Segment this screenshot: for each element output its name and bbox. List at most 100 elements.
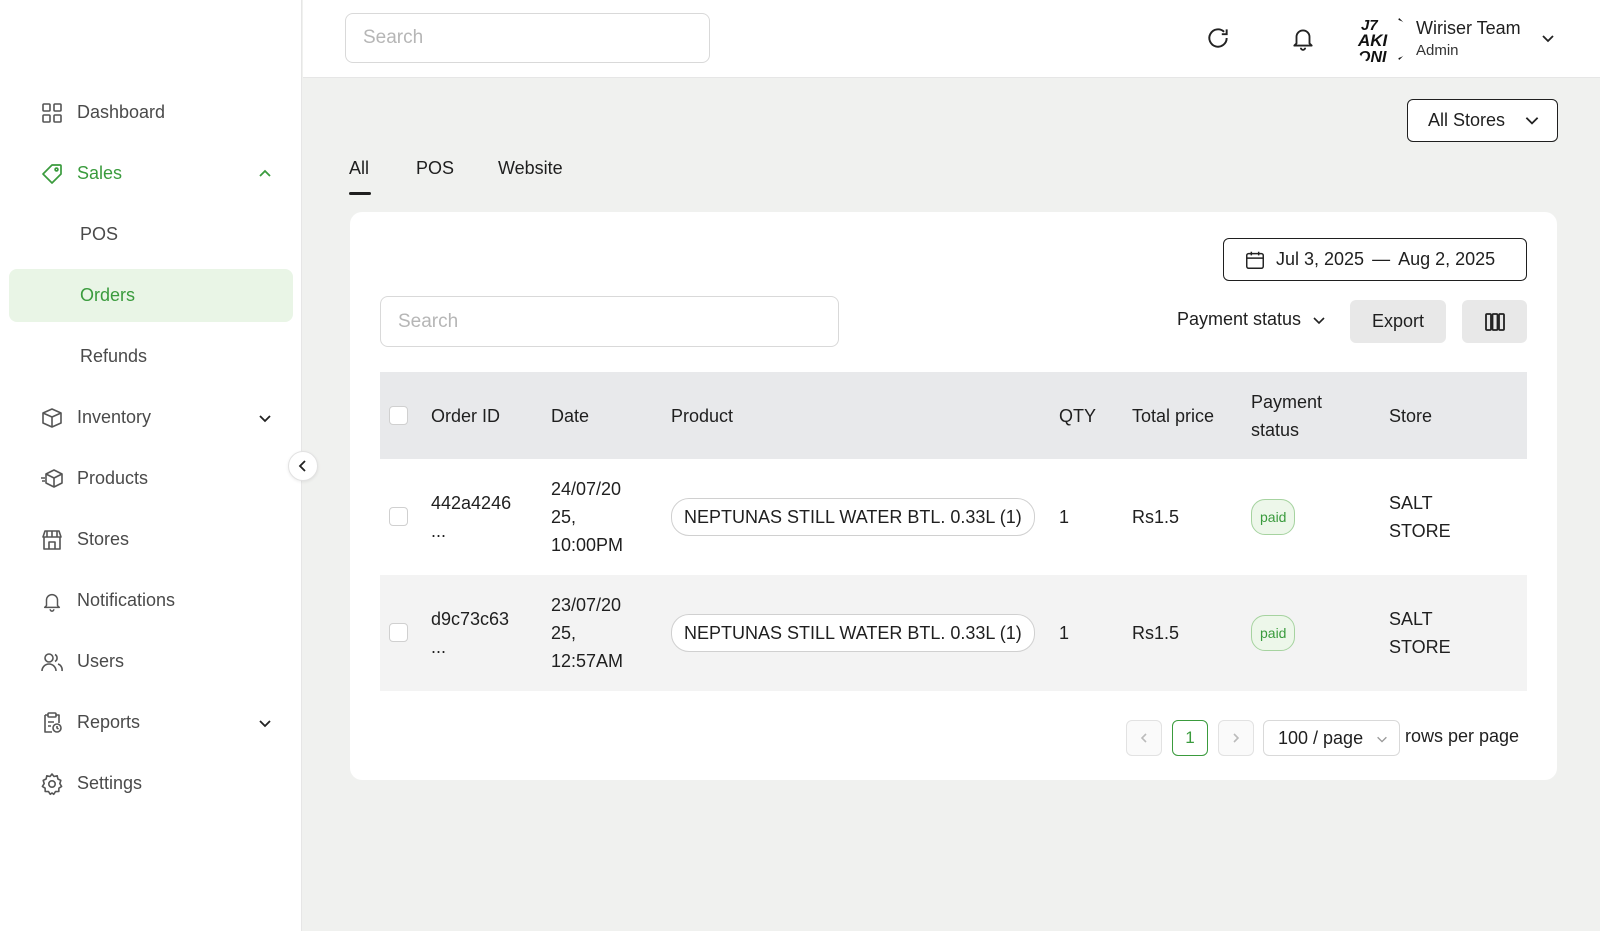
chevron-left-icon: [1138, 732, 1150, 744]
chevron-down-icon: [1311, 312, 1327, 328]
status-badge: paid: [1251, 499, 1296, 535]
rows-per-page-label: rows per page: [1405, 726, 1520, 746]
page-number-button[interactable]: 1: [1172, 720, 1208, 756]
col-product: Product: [671, 405, 734, 426]
sidebar-item-products[interactable]: Products: [9, 452, 293, 505]
orders-table: Order ID Date Product QTY Total price Pa…: [380, 372, 1527, 691]
sidebar-item-sales[interactable]: Sales: [9, 147, 293, 200]
columns-icon: [1484, 312, 1506, 332]
date-line: 24/07/20: [551, 479, 622, 499]
sidebar-item-label: Notifications: [77, 590, 176, 610]
qty-cell: 1: [1059, 623, 1070, 643]
row-checkbox[interactable]: [389, 507, 408, 526]
order-id-ellipsis: ...: [431, 637, 447, 657]
sidebar-item-stores[interactable]: Stores: [9, 513, 293, 566]
sidebar-subitem-pos[interactable]: POS: [9, 208, 293, 261]
table-row[interactable]: 442a4246 ... 24/07/20 25, 10:00PM NEPTUN…: [380, 459, 1527, 575]
chevron-right-icon: [1230, 732, 1242, 744]
bell-icon: [40, 589, 64, 613]
prev-page-button[interactable]: [1126, 720, 1162, 756]
collapse-sidebar-button[interactable]: [288, 451, 318, 481]
date-line: 23/07/20: [551, 595, 622, 615]
sidebar-item-settings[interactable]: Settings: [9, 757, 293, 810]
next-page-button[interactable]: [1218, 720, 1254, 756]
product-tag: NEPTUNAS STILL WATER BTL. 0.33L (1): [671, 614, 1035, 652]
tab-all[interactable]: All: [349, 158, 369, 179]
product-cell: NEPTUNAS STILL WATER BTL. 0.33L (1): [671, 459, 1035, 575]
svg-text:AKI: AKI: [1357, 31, 1389, 50]
col-payment-status: Payment status: [1251, 372, 1322, 459]
sidebar-subitem-label: Orders: [80, 285, 136, 305]
date-range-end: Aug 2, 2025: [1398, 249, 1496, 269]
date-range-separator: —: [1372, 249, 1391, 269]
date-range-start: Jul 3, 2025: [1276, 249, 1365, 269]
payment-status-cell: paid: [1251, 575, 1296, 691]
columns-toggle-button[interactable]: [1462, 300, 1527, 343]
col-qty: QTY: [1059, 405, 1097, 426]
payment-status-filter[interactable]: Payment status: [1177, 309, 1327, 330]
order-id-cell[interactable]: 442a4246 ...: [431, 459, 511, 575]
box-icon: [40, 406, 64, 430]
sidebar-subitem-orders[interactable]: Orders: [9, 269, 293, 322]
store-select[interactable]: All Stores: [1407, 99, 1558, 142]
order-id-cell[interactable]: d9c73c63 ...: [431, 575, 509, 691]
order-id-ellipsis: ...: [431, 521, 447, 541]
col-payment-status-line2: status: [1251, 419, 1300, 440]
table-row[interactable]: d9c73c63 ... 23/07/20 25, 12:57AM NEPTUN…: [380, 575, 1527, 691]
sidebar-item-users[interactable]: Users: [9, 635, 293, 688]
order-id-text: 442a4246: [431, 493, 512, 513]
product-cell: NEPTUNAS STILL WATER BTL. 0.33L (1): [671, 575, 1035, 691]
orders-search-input[interactable]: [380, 296, 839, 347]
col-order-id: Order ID: [431, 405, 501, 426]
search-input[interactable]: [345, 13, 710, 63]
store-cell: SALT STORE: [1389, 459, 1451, 575]
tab-active-indicator: [349, 192, 371, 195]
user-role: Admin: [1416, 42, 1459, 59]
sidebar-item-label: Settings: [77, 773, 143, 793]
sidebar-item-dashboard[interactable]: Dashboard: [9, 86, 293, 139]
avatar[interactable]: J7 AKI ONI: [1355, 12, 1409, 66]
grid-icon: [40, 101, 64, 125]
date-range-picker[interactable]: Jul 3, 2025 — Aug 2, 2025: [1223, 238, 1527, 281]
rows-per-page-value: 100 / page: [1278, 727, 1364, 748]
total-price-cell: Rs1.5: [1132, 623, 1180, 643]
date-line: 10:00PM: [551, 535, 624, 555]
col-date: Date: [551, 405, 590, 426]
users-icon: [40, 650, 64, 674]
sidebar-item-label: Sales: [77, 163, 123, 183]
select-all-checkbox[interactable]: [389, 406, 408, 425]
chevron-down-icon[interactable]: [255, 408, 275, 428]
report-icon: [40, 711, 64, 735]
store-line: STORE: [1389, 637, 1451, 657]
tab-pos[interactable]: POS: [416, 158, 454, 179]
table-header: Order ID Date Product QTY Total price Pa…: [380, 372, 1527, 459]
chevron-down-icon[interactable]: [1538, 28, 1558, 48]
payment-status-cell: paid: [1251, 459, 1296, 575]
export-button[interactable]: Export: [1350, 300, 1446, 343]
sidebar-item-inventory[interactable]: Inventory: [9, 391, 293, 444]
rows-per-page-select[interactable]: 100 / page: [1263, 720, 1400, 756]
store-cell: SALT STORE: [1389, 575, 1451, 691]
sidebar-subitem-refunds[interactable]: Refunds: [9, 330, 293, 383]
sidebar: Dashboard Sales POS Orders Refunds Inven…: [0, 0, 302, 931]
bell-icon[interactable]: [1289, 24, 1317, 52]
tab-website[interactable]: Website: [498, 158, 563, 179]
sidebar-subitem-label: POS: [80, 224, 119, 244]
sidebar-item-reports[interactable]: Reports: [9, 696, 293, 749]
sidebar-item-label: Inventory: [77, 407, 152, 427]
store-line: SALT: [1389, 609, 1433, 629]
gear-icon: [40, 772, 64, 796]
status-badge: paid: [1251, 615, 1296, 651]
date-line: 25,: [551, 623, 577, 643]
refresh-icon[interactable]: [1204, 24, 1232, 52]
date-line: 12:57AM: [551, 651, 624, 671]
qty-cell: 1: [1059, 507, 1070, 527]
user-name: Wiriser Team: [1416, 18, 1521, 38]
chevron-down-icon: [1375, 730, 1389, 751]
chevron-up-icon[interactable]: [255, 164, 275, 184]
chevron-down-icon[interactable]: [255, 713, 275, 733]
sidebar-item-notifications[interactable]: Notifications: [9, 574, 293, 627]
payment-status-filter-label: Payment status: [1177, 309, 1302, 329]
col-store: Store: [1389, 405, 1433, 426]
row-checkbox[interactable]: [389, 623, 408, 642]
